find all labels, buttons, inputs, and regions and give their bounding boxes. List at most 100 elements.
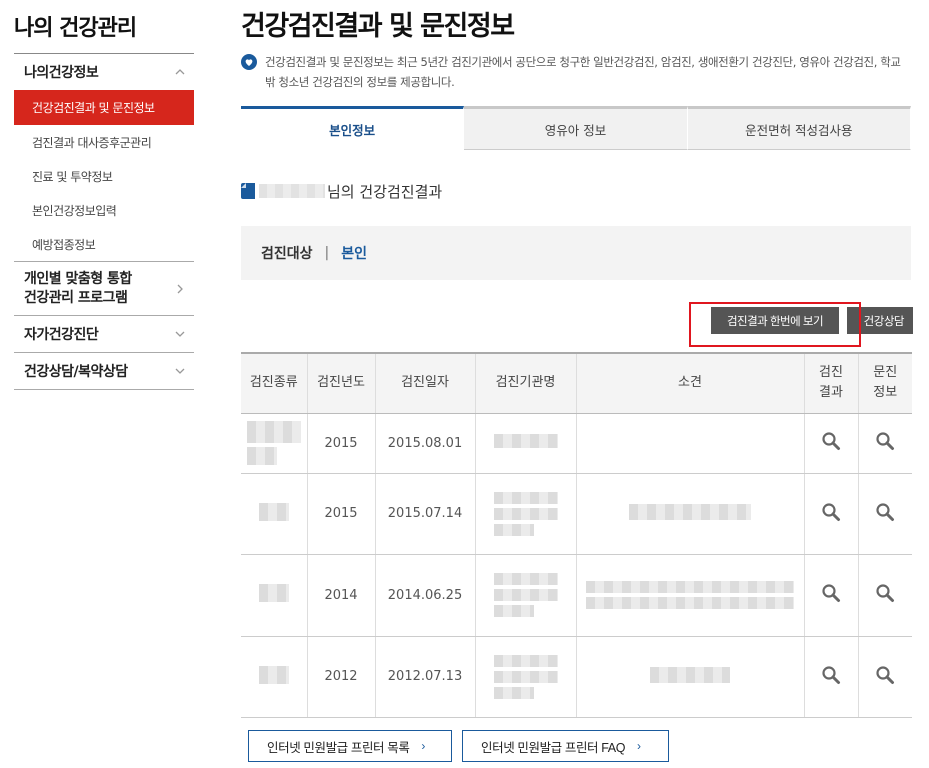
menu-head-health-info[interactable]: 나의건강정보 bbox=[14, 54, 194, 90]
menu-head-label-line2: 건강관리 프로그램 bbox=[24, 289, 128, 306]
page-title: 건강검진결과 및 문진정보 bbox=[241, 11, 515, 42]
view-all-results-button[interactable]: 검진결과 한번에 보기 bbox=[711, 307, 839, 334]
cell-type bbox=[241, 413, 307, 474]
magnifier-icon[interactable] bbox=[821, 431, 841, 451]
cell-type bbox=[241, 473, 307, 555]
table-row: 2012 2012.07.13 bbox=[241, 636, 912, 718]
cell-result bbox=[803, 636, 858, 718]
menu-group-program: 개인별 맞춤형 통합건강관리 프로그램 bbox=[14, 262, 194, 316]
cell-type bbox=[241, 636, 307, 718]
cell-year: 2015 bbox=[306, 473, 375, 555]
action-button-row: 검진결과 한번에 보기 건강상담 bbox=[241, 280, 913, 352]
chevron-right-icon: › bbox=[637, 739, 641, 753]
document-icon bbox=[241, 183, 255, 199]
header-type: 검진종류 bbox=[241, 352, 307, 414]
sidebar-item-vaccination[interactable]: 예방접종정보 bbox=[14, 227, 194, 261]
header-opinion: 소견 bbox=[575, 352, 804, 414]
menu-group-health-info: 나의건강정보 건강검진결과 및 문진정보 검진결과 대사증후군관리 진료 및 투… bbox=[14, 54, 194, 262]
header-date: 검진일자 bbox=[374, 352, 475, 414]
menu-head-label: 나의건강정보 bbox=[24, 65, 99, 81]
printer-list-label: 인터넷 민원발급 프린터 목록 bbox=[267, 740, 410, 755]
chevron-right-icon bbox=[177, 284, 183, 293]
page-description: 건강검진결과 및 문진정보는 최근 5년간 검진기관에서 공단으로 청구한 일반… bbox=[241, 52, 911, 96]
printer-faq-button[interactable]: 인터넷 민원발급 프린터 FAQ › bbox=[462, 730, 669, 762]
heart-icon bbox=[241, 54, 257, 70]
section-title: 님의 건강검진결과 bbox=[241, 180, 911, 202]
sidebar-title: 나의 건강관리 bbox=[14, 0, 194, 54]
cell-date: 2015.07.14 bbox=[374, 473, 475, 555]
magnifier-icon[interactable] bbox=[875, 665, 895, 685]
table-row: 2014 2014.06.25 bbox=[241, 554, 912, 637]
menu-group-self-diagnosis: 자가건강진단 bbox=[14, 316, 194, 353]
cell-date: 2012.07.13 bbox=[374, 636, 475, 718]
menu-group-consult: 건강상담/복약상담 bbox=[14, 353, 194, 390]
tab-driver-license[interactable]: 운전면허 적성검사용 bbox=[687, 106, 911, 150]
tab-self-info[interactable]: 본인정보 bbox=[241, 106, 465, 150]
cell-year: 2014 bbox=[306, 554, 375, 637]
cell-institution bbox=[474, 636, 576, 718]
cell-institution bbox=[474, 413, 576, 474]
target-value: 본인 bbox=[341, 246, 368, 262]
cell-opinion bbox=[575, 413, 804, 474]
menu-head-program[interactable]: 개인별 맞춤형 통합건강관리 프로그램 bbox=[14, 262, 194, 315]
cell-opinion bbox=[575, 473, 804, 555]
cell-result bbox=[803, 473, 858, 555]
printer-list-button[interactable]: 인터넷 민원발급 프린터 목록 › bbox=[248, 730, 452, 762]
cell-type bbox=[241, 554, 307, 637]
sidebar-item-metabolic[interactable]: 검진결과 대사증후군관리 bbox=[14, 125, 194, 159]
menu-head-self-diagnosis[interactable]: 자가건강진단 bbox=[14, 316, 194, 352]
cell-questionnaire bbox=[857, 473, 912, 555]
table-row: 2015 2015.08.01 bbox=[241, 413, 912, 474]
cell-result bbox=[803, 413, 858, 474]
cell-result bbox=[803, 554, 858, 637]
table-row: 2015 2015.07.14 bbox=[241, 473, 912, 555]
header-result: 검진 결과 bbox=[803, 352, 858, 414]
header-year: 검진년도 bbox=[306, 352, 375, 414]
cell-year: 2015 bbox=[306, 413, 375, 474]
cell-questionnaire bbox=[857, 413, 912, 474]
tab-bar: 본인정보 영유아 정보 운전면허 적성검사용 bbox=[241, 106, 911, 150]
printer-faq-label: 인터넷 민원발급 프린터 FAQ bbox=[481, 740, 626, 755]
cell-questionnaire bbox=[857, 636, 912, 718]
footer-button-row: 인터넷 민원발급 프린터 목록 › 인터넷 민원발급 프린터 FAQ › bbox=[248, 730, 669, 762]
checkup-target-box: 검진대상 | 본인 bbox=[241, 226, 911, 280]
main-content: 건강검진결과 및 문진정보 건강검진결과 및 문진정보는 최근 5년간 검진기관… bbox=[241, 0, 913, 718]
target-separator: | bbox=[324, 245, 330, 261]
chevron-down-icon bbox=[175, 368, 185, 374]
chevron-up-icon bbox=[175, 69, 185, 75]
chevron-down-icon bbox=[175, 331, 185, 337]
chevron-right-icon: › bbox=[421, 739, 426, 753]
magnifier-icon[interactable] bbox=[875, 583, 895, 603]
masked-user-name bbox=[259, 184, 325, 198]
tab-infant-info[interactable]: 영유아 정보 bbox=[464, 106, 688, 150]
section-title-text: 님의 건강검진결과 bbox=[327, 182, 443, 201]
menu-head-label: 자가건강진단 bbox=[24, 327, 99, 343]
menu-head-consult[interactable]: 건강상담/복약상담 bbox=[14, 353, 194, 389]
health-consult-button[interactable]: 건강상담 bbox=[847, 307, 913, 334]
table-header-row: 검진종류 검진년도 검진일자 검진기관명 소견 검진 결과 문진 정보 bbox=[241, 352, 912, 414]
menu-head-label-line1: 개인별 맞춤형 통합 bbox=[24, 270, 132, 287]
cell-opinion bbox=[575, 636, 804, 718]
description-text: 건강검진결과 및 문진정보는 최근 5년간 검진기관에서 공단으로 청구한 일반… bbox=[265, 55, 901, 89]
sidebar-item-treatment[interactable]: 진료 및 투약정보 bbox=[14, 159, 194, 193]
menu-head-label: 건강상담/복약상담 bbox=[24, 364, 128, 380]
magnifier-icon[interactable] bbox=[821, 502, 841, 522]
header-questionnaire: 문진 정보 bbox=[857, 352, 912, 414]
sidebar-item-self-input[interactable]: 본인건강정보입력 bbox=[14, 193, 194, 227]
magnifier-icon[interactable] bbox=[821, 665, 841, 685]
magnifier-icon[interactable] bbox=[875, 502, 895, 522]
cell-questionnaire bbox=[857, 554, 912, 637]
sidebar-item-checkup-results[interactable]: 건강검진결과 및 문진정보 bbox=[14, 90, 194, 125]
sidebar: 나의 건강관리 나의건강정보 건강검진결과 및 문진정보 검진결과 대사증후군관… bbox=[14, 0, 194, 390]
cell-date: 2014.06.25 bbox=[374, 554, 475, 637]
cell-date: 2015.08.01 bbox=[374, 413, 475, 474]
magnifier-icon[interactable] bbox=[875, 431, 895, 451]
target-label: 검진대상 bbox=[261, 246, 313, 262]
magnifier-icon[interactable] bbox=[821, 583, 841, 603]
cell-institution bbox=[474, 554, 576, 637]
results-table: 검진종류 검진년도 검진일자 검진기관명 소견 검진 결과 문진 정보 2015… bbox=[241, 352, 912, 718]
cell-year: 2012 bbox=[306, 636, 375, 718]
cell-institution bbox=[474, 473, 576, 555]
header-institution: 검진기관명 bbox=[474, 352, 576, 414]
cell-opinion bbox=[575, 554, 804, 637]
